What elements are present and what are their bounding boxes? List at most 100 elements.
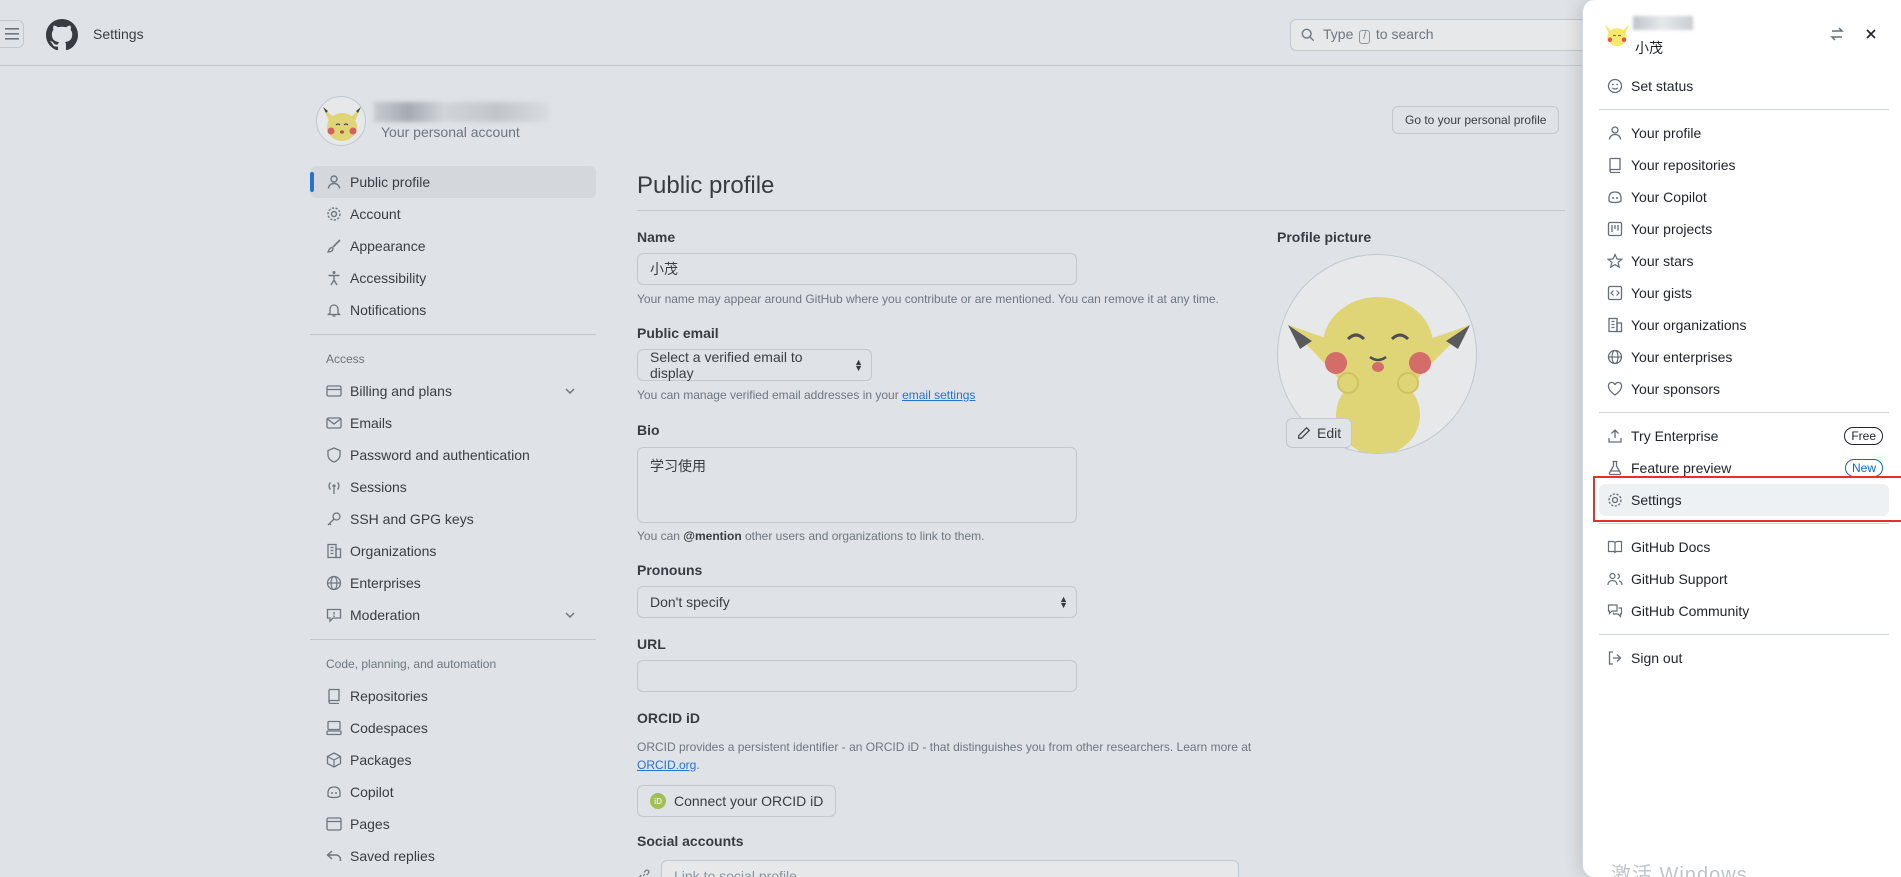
pikachu-avatar-icon	[323, 107, 361, 141]
sidebar-item-emails[interactable]: Emails	[310, 407, 596, 439]
orcid-link[interactable]: ORCID.org	[637, 758, 696, 772]
menu-item-github-support[interactable]: GitHub Support	[1599, 563, 1889, 595]
sidebar-item-pages[interactable]: Pages	[310, 808, 596, 840]
menu-item-label: Your projects	[1631, 221, 1713, 237]
menu-item-github-community[interactable]: GitHub Community	[1599, 595, 1889, 627]
link-icon	[638, 869, 650, 877]
menu-item-your-gists[interactable]: Your gists	[1599, 277, 1889, 309]
sidebar-item-copilot[interactable]: Copilot	[310, 776, 596, 808]
search-input[interactable]: Type / to search	[1290, 19, 1590, 51]
orcid-hint: ORCID provides a persistent identifier -…	[637, 738, 1257, 774]
sidebar-item-billing[interactable]: Billing and plans	[310, 375, 596, 407]
sidebar-item-label: Pages	[350, 816, 390, 832]
report-icon	[326, 608, 342, 623]
menu-item-your-enterprises[interactable]: Your enterprises	[1599, 341, 1889, 373]
sidebar-item-label: Password and authentication	[350, 447, 530, 463]
key-icon	[327, 512, 341, 526]
name-input[interactable]: 小茂	[637, 253, 1077, 285]
sidebar-item-organizations[interactable]: Organizations	[310, 535, 596, 567]
menu-item-label: Set status	[1631, 78, 1694, 94]
social-link-input[interactable]: Link to social profile	[661, 860, 1239, 877]
globe-icon	[326, 575, 342, 591]
pronouns-select[interactable]: Don't specify ▲ ▼	[637, 586, 1077, 618]
sidebar-item-label: Account	[350, 206, 401, 222]
account-subtitle: Your personal account	[381, 124, 520, 140]
globe-icon	[1607, 349, 1623, 365]
switch-account-icon[interactable]	[1829, 26, 1845, 42]
pencil-icon	[1298, 426, 1311, 439]
new-badge: New	[1844, 459, 1883, 477]
settings-sidebar: Public profile Account Appearance Access…	[310, 166, 596, 872]
orcid-hint-text: ORCID provides a persistent identifier -…	[637, 740, 1252, 754]
menu-item-your-organizations[interactable]: Your organizations	[1599, 309, 1889, 341]
sidebar-item-account[interactable]: Account	[310, 198, 596, 230]
go-to-profile-button[interactable]: Go to your personal profile	[1392, 106, 1560, 134]
bio-textarea[interactable]: 学习使用	[637, 447, 1077, 523]
sidebar-item-accessibility[interactable]: Accessibility	[310, 262, 596, 294]
menu-item-label: GitHub Community	[1631, 603, 1750, 619]
package-icon	[326, 752, 342, 768]
organization-icon	[327, 543, 342, 559]
chevron-down-icon[interactable]	[562, 607, 578, 623]
menu-item-try-enterprise[interactable]: Try Enterprise Free	[1599, 420, 1889, 452]
sidebar-item-label: Public profile	[350, 174, 431, 190]
sidebar-item-public-profile[interactable]: Public profile	[310, 166, 596, 198]
browser-icon	[326, 817, 342, 831]
sidebar-item-password[interactable]: Password and authentication	[310, 439, 596, 471]
menu-item-your-profile[interactable]: Your profile	[1599, 117, 1889, 149]
menu-item-settings[interactable]: Settings	[1593, 476, 1901, 522]
sidebar-item-notifications[interactable]: Notifications	[310, 294, 596, 326]
sidebar-item-label: Moderation	[350, 607, 421, 623]
sidebar-item-label: Billing and plans	[350, 383, 452, 399]
menu-item-your-sponsors[interactable]: Your sponsors	[1599, 373, 1889, 405]
close-icon[interactable]	[1863, 26, 1879, 42]
chevron-down-icon[interactable]	[562, 383, 578, 399]
menu-item-your-repositories[interactable]: Your repositories	[1599, 149, 1889, 181]
orcid-logo-icon: iD	[650, 793, 666, 809]
sidebar-item-saved-replies[interactable]: Saved replies	[310, 840, 596, 872]
menu-item-label: Settings	[1631, 492, 1682, 508]
sidebar-item-label: Copilot	[350, 784, 394, 800]
organization-icon	[1608, 317, 1623, 333]
heading-divider	[637, 210, 1565, 211]
search-icon	[1301, 28, 1315, 42]
menu-item-your-stars[interactable]: Your stars	[1599, 245, 1889, 277]
menu-item-label: Your stars	[1631, 253, 1694, 269]
sidebar-item-enterprises[interactable]: Enterprises	[310, 567, 596, 599]
blurred-username	[374, 102, 549, 122]
connect-orcid-button[interactable]: iD Connect your ORCID iD	[637, 785, 837, 817]
menu-item-github-docs[interactable]: GitHub Docs	[1599, 531, 1889, 563]
public-email-select[interactable]: Select a verified email to display ▲ ▼	[637, 349, 872, 381]
sidebar-item-label: SSH and GPG keys	[350, 511, 474, 527]
menu-item-label: Your sponsors	[1631, 381, 1720, 397]
credit-card-icon	[326, 385, 342, 397]
sidebar-item-appearance[interactable]: Appearance	[310, 230, 596, 262]
menu-item-label: Your gists	[1631, 285, 1692, 301]
menu-item-set-status[interactable]: Set status	[1599, 70, 1889, 102]
github-logo-icon[interactable]	[46, 19, 78, 51]
search-suffix: to search	[1375, 26, 1434, 42]
book-icon	[1607, 540, 1623, 554]
profile-picture-label: Profile picture	[1277, 229, 1372, 245]
sidebar-item-moderation[interactable]: Moderation	[310, 599, 596, 631]
name-hint: Your name may appear around GitHub where…	[637, 292, 1219, 306]
sidebar-item-packages[interactable]: Packages	[310, 744, 596, 776]
nav-divider	[310, 639, 596, 640]
menu-item-your-projects[interactable]: Your projects	[1599, 213, 1889, 245]
menu-divider	[1599, 523, 1889, 524]
bio-label: Bio	[637, 422, 660, 438]
email-hint: You can manage verified email addresses …	[637, 388, 975, 402]
avatar	[316, 96, 366, 146]
sidebar-item-repositories[interactable]: Repositories	[310, 680, 596, 712]
email-settings-link[interactable]: email settings	[902, 388, 975, 402]
menu-button[interactable]	[0, 20, 24, 48]
sidebar-item-sessions[interactable]: Sessions	[310, 471, 596, 503]
url-input[interactable]	[637, 660, 1077, 692]
menu-item-sign-out[interactable]: Sign out	[1599, 642, 1889, 674]
sidebar-item-ssh-gpg[interactable]: SSH and GPG keys	[310, 503, 596, 535]
hamburger-icon	[4, 28, 19, 40]
edit-picture-button[interactable]: Edit	[1286, 418, 1353, 448]
sidebar-item-codespaces[interactable]: Codespaces	[310, 712, 596, 744]
menu-item-feature-preview[interactable]: Feature preview New	[1599, 452, 1889, 484]
menu-item-your-copilot[interactable]: Your Copilot	[1599, 181, 1889, 213]
